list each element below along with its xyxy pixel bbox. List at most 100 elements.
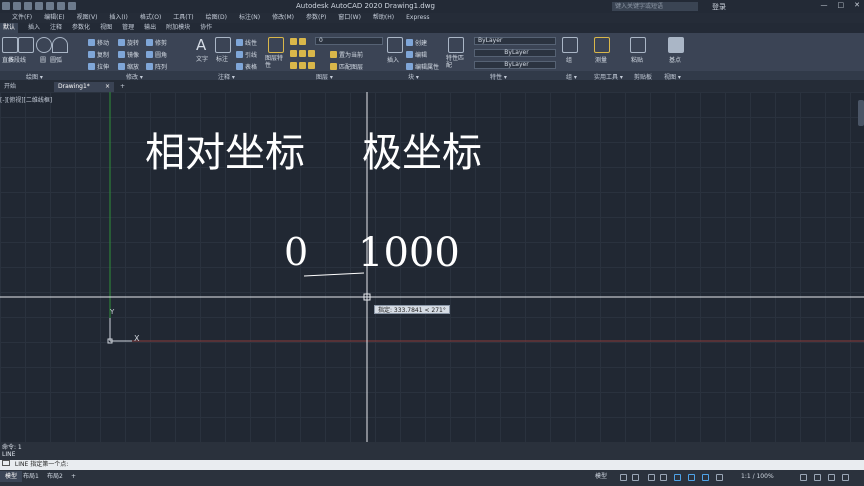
menu-file[interactable]: 文件(F) [12,13,32,23]
redo-icon[interactable] [68,2,76,10]
ortho-icon[interactable] [648,474,655,481]
tab-drawing1[interactable]: Drawing1* × [54,82,114,92]
arc-tool-icon[interactable] [52,37,68,53]
save-icon[interactable] [24,2,32,10]
close-button[interactable]: ✕ [854,1,860,9]
tab-start[interactable]: 开始 [0,82,20,92]
layer-dropdown[interactable]: 0 [315,37,383,45]
scale-button[interactable]: 缩放 [127,62,139,71]
transparency-icon[interactable] [716,474,723,481]
match-properties-icon[interactable] [448,37,464,53]
layer-properties-icon[interactable] [268,37,284,53]
tab-addins[interactable]: 附加模块 [166,23,190,33]
tab-collaborate[interactable]: 协作 [200,23,212,33]
grid-icon[interactable] [620,474,627,481]
text-a-icon[interactable]: A [196,36,206,54]
tab-layout2[interactable]: 布局2 [42,471,68,482]
command-line-close-icon[interactable] [2,460,10,466]
tab-manage[interactable]: 管理 [122,23,134,33]
trim-button[interactable]: 修剪 [155,38,167,47]
plot-icon[interactable] [46,2,54,10]
text-button[interactable]: 文字 [196,54,208,63]
rotate-button[interactable]: 旋转 [127,38,139,47]
insert-block-icon[interactable] [387,37,403,53]
measure-button[interactable]: 测量 [595,55,607,64]
linetype-dropdown[interactable]: ByLayer [474,49,556,57]
edit-block-button[interactable]: 编辑 [415,50,427,59]
match-properties-button[interactable]: 特性匹配 [446,55,466,69]
copy-button[interactable]: 复制 [97,50,109,59]
base-point-button[interactable]: 基点 [669,55,681,64]
workspace-gear-icon[interactable] [800,474,807,481]
group-icon[interactable] [562,37,578,53]
table-button[interactable]: 表格 [245,62,257,71]
open-file-icon[interactable] [13,2,21,10]
mirror-button[interactable]: 镜像 [127,50,139,59]
osnap-icon[interactable] [674,474,681,481]
array-button[interactable]: 阵列 [155,62,167,71]
drawing-canvas[interactable]: [-][俯视][二维线框] 相对坐标 极坐标 0 1000 指定: 333.78… [0,92,864,442]
command-line-input[interactable]: LINE 指定第一个点: [0,460,864,470]
menu-express[interactable]: Express [406,13,429,23]
save-as-icon[interactable] [35,2,43,10]
circle-tool-icon[interactable] [36,37,52,53]
menu-help[interactable]: 帮助(H) [373,13,394,23]
new-tab-button[interactable]: + [116,82,129,92]
menu-draw[interactable]: 绘图(D) [206,13,227,23]
layer-properties-button[interactable]: 图层特性 [265,55,287,69]
edit-attribute-button[interactable]: 编辑属性 [415,62,439,71]
paste-button[interactable]: 粘贴 [631,55,643,64]
lineweight-dropdown[interactable]: ByLayer [474,61,556,69]
maximize-button[interactable]: □ [838,1,845,9]
polar-tracking-icon[interactable] [660,474,667,481]
set-current-button[interactable]: 置为当前 [339,50,363,59]
tab-layout1[interactable]: 布局1 [18,471,44,482]
annotation-monitor-icon[interactable] [814,474,821,481]
circle-button[interactable]: 圆 [40,55,46,64]
menu-parametric[interactable]: 参数(P) [306,13,326,23]
match-layer-button[interactable]: 匹配图层 [339,62,363,71]
menu-view[interactable]: 视图(V) [77,13,98,23]
tab-home[interactable]: 默认 [0,23,19,33]
menu-window[interactable]: 窗口(W) [338,13,361,23]
fillet-button[interactable]: 圆角 [155,50,167,59]
leader-button[interactable]: 引线 [245,50,257,59]
base-point-icon[interactable] [668,37,684,53]
dimension-icon[interactable] [215,37,231,53]
tab-output[interactable]: 输出 [144,23,156,33]
measure-icon[interactable] [594,37,610,53]
lineweight-icon[interactable] [702,474,709,481]
tab-parametric[interactable]: 参数化 [72,23,90,33]
tab-annotate[interactable]: 注释 [50,23,62,33]
line-tool-icon[interactable] [2,37,18,53]
model-space-button[interactable]: 模型 [590,471,612,482]
isolate-objects-icon[interactable] [828,474,835,481]
menu-format[interactable]: 格式(O) [140,13,161,23]
undo-icon[interactable] [57,2,65,10]
snap-icon[interactable] [632,474,639,481]
stretch-button[interactable]: 拉伸 [97,62,109,71]
navigation-bar[interactable] [858,100,864,126]
menu-edit[interactable]: 编辑(E) [44,13,64,23]
search-input[interactable]: 键入关键字或短语 [612,2,698,11]
color-dropdown[interactable]: ByLayer [474,37,556,45]
add-layout-button[interactable]: + [66,471,81,482]
menu-dimension[interactable]: 标注(N) [239,13,260,23]
group-button[interactable]: 组 [566,55,572,64]
linear-button[interactable]: 线性 [245,38,257,47]
otrack-icon[interactable] [688,474,695,481]
dimension-button[interactable]: 标注 [216,54,228,63]
arc-button[interactable]: 圆弧 [50,55,62,64]
insert-block-button[interactable]: 插入 [387,55,399,64]
paste-icon[interactable] [630,37,646,53]
close-tab-icon[interactable]: × [105,82,110,92]
new-file-icon[interactable] [2,2,10,10]
menu-tools[interactable]: 工具(T) [173,13,193,23]
menu-modify[interactable]: 修改(M) [272,13,294,23]
annotation-scale[interactable]: 1:1 / 100% [736,471,779,482]
login-button[interactable]: 登录 [712,2,726,12]
minimize-button[interactable]: — [821,1,828,9]
tab-view[interactable]: 视图 [100,23,112,33]
customize-menu-icon[interactable] [842,474,849,481]
polyline-tool-icon[interactable] [18,37,34,53]
